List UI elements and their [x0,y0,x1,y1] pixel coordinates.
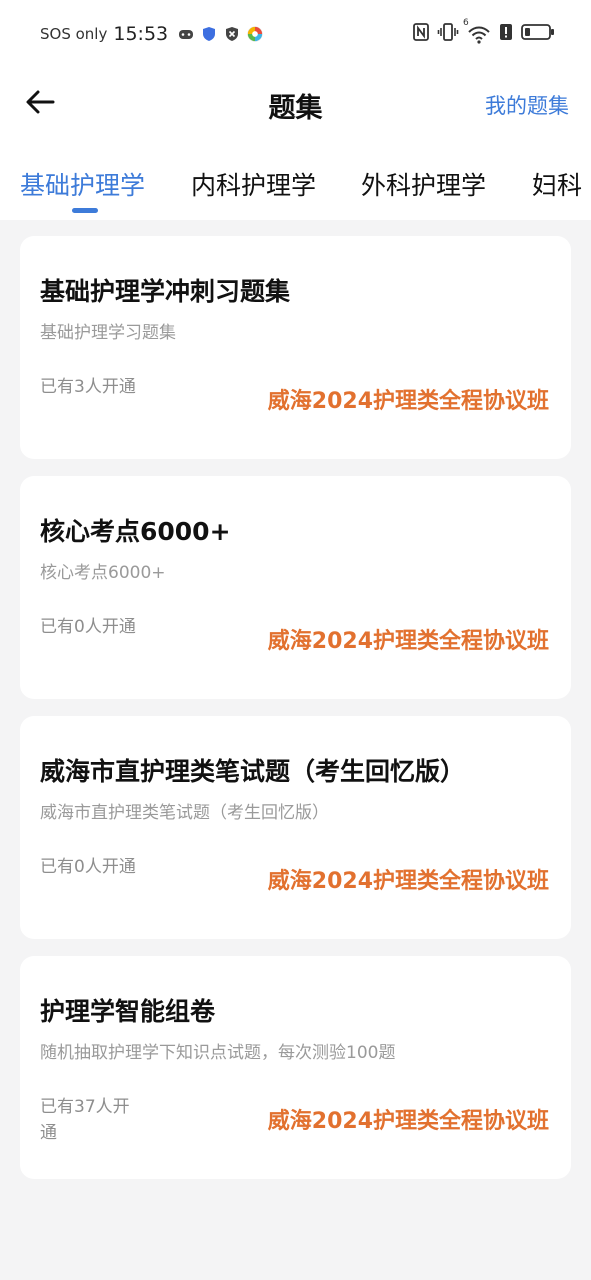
nfc-icon [413,23,429,45]
card-subscriber-count: 已有0人开通 [40,617,136,637]
question-set-card[interactable]: 核心考点6000+ 核心考点6000+ 已有0人开通 威海2024护理类全程协议… [20,476,571,699]
active-tab-indicator [72,208,98,213]
card-subtitle: 核心考点6000+ [40,563,166,583]
card-title: 基础护理学冲刺习题集 [40,277,291,306]
wifi-icon: 6 [463,18,491,44]
tab-internal-nursing[interactable]: 内科护理学 [191,166,316,202]
question-set-card[interactable]: 护理学智能组卷 随机抽取护理学下知识点试题，每次测验100题 已有37人开通 威… [20,956,571,1179]
battery-icon [521,23,555,45]
question-set-card[interactable]: 威海市直护理类笔试题（考生回忆版） 威海市直护理类笔试题（考生回忆版） 已有0人… [20,716,571,939]
status-bar: SOS only 15:53 6 [0,0,591,68]
wifi-badge: 6 [463,18,469,28]
category-tabs: 基础护理学 内科护理学 外科护理学 妇科 [0,140,591,220]
card-title: 护理学智能组卷 [40,997,216,1026]
card-class-name: 威海2024护理类全程协议班 [267,389,549,414]
card-class-name: 威海2024护理类全程协议班 [267,629,549,654]
question-set-card[interactable]: 基础护理学冲刺习题集 基础护理学习题集 已有3人开通 威海2024护理类全程协议… [20,236,571,459]
vpn-icon [224,26,240,42]
my-sets-link[interactable]: 我的题集 [485,90,569,120]
card-subscriber-count: 已有3人开通 [40,377,136,397]
carrier-label: SOS only [40,25,108,43]
card-subtitle: 威海市直护理类笔试题（考生回忆版） [40,803,329,823]
tab-basic-nursing[interactable]: 基础护理学 [20,166,145,202]
app-icon [247,26,263,42]
vibrate-icon [437,23,459,45]
card-class-name: 威海2024护理类全程协议班 [267,1109,549,1134]
card-title: 核心考点6000+ [40,517,231,546]
question-set-list: 基础护理学冲刺习题集 基础护理学习题集 已有3人开通 威海2024护理类全程协议… [20,236,571,1196]
tab-gynecology[interactable]: 妇科 [532,166,582,202]
clock: 15:53 [113,23,169,45]
shield-icon [201,26,217,42]
card-title: 威海市直护理类笔试题（考生回忆版） [40,757,466,786]
card-subscriber-count: 已有37人开通 [40,1097,130,1143]
card-subtitle: 随机抽取护理学下知识点试题，每次测验100题 [40,1043,396,1063]
card-subscriber-count: 已有0人开通 [40,857,136,877]
tab-surgical-nursing[interactable]: 外科护理学 [361,166,486,202]
card-class-name: 威海2024护理类全程协议班 [267,869,549,894]
alert-icon [499,23,513,45]
card-subtitle: 基础护理学习题集 [40,323,176,343]
game-icon [178,26,194,42]
top-app-bar: 题集 我的题集 [0,68,591,140]
